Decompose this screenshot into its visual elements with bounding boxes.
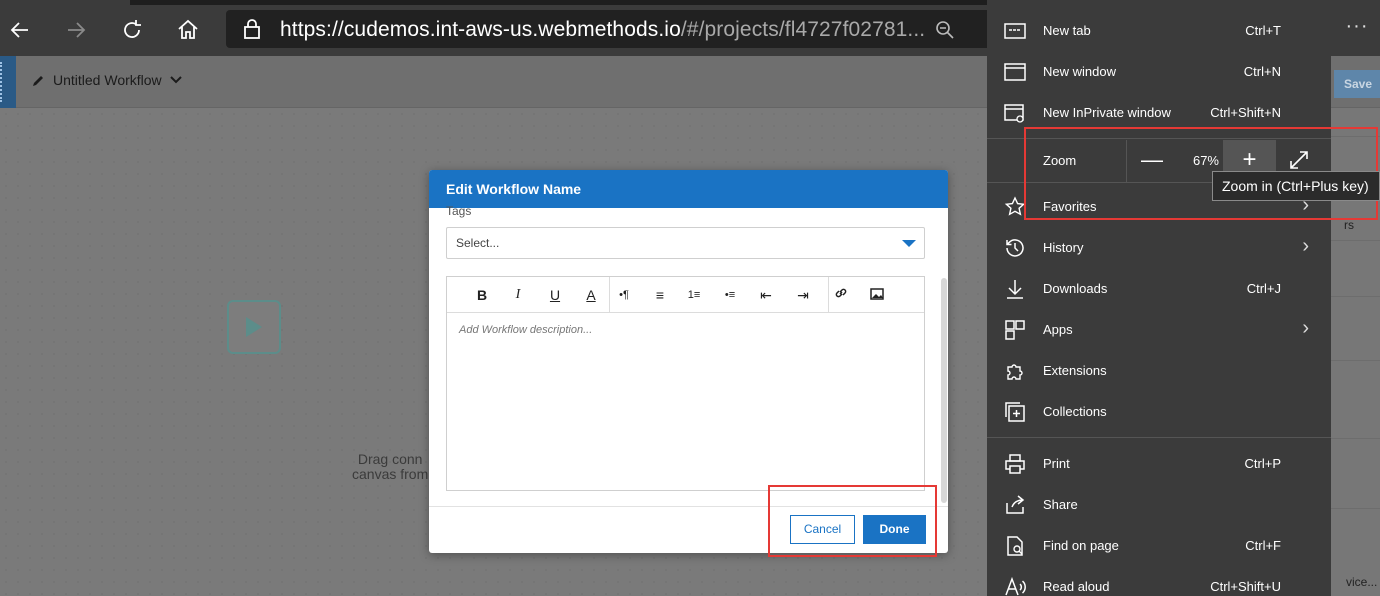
menu-shortcut: Ctrl+Shift+N (1210, 105, 1281, 120)
start-node[interactable] (227, 300, 281, 354)
refresh-icon (124, 20, 141, 38)
menu-item-collections[interactable]: Collections (987, 391, 1331, 432)
menu-label: Read aloud (1043, 579, 1110, 594)
find-page-icon (1007, 536, 1023, 556)
menu-shortcut: Ctrl+N (1243, 64, 1281, 79)
address-bar[interactable]: https://cudemos.int-aws-us.webmethods.io… (226, 10, 996, 48)
menu-label: New InPrivate window (1043, 105, 1171, 120)
canvas-hint-line2: canvas from (352, 466, 429, 482)
new-tab-icon (1004, 23, 1026, 39)
back-button[interactable] (2, 12, 38, 48)
menu-item-history[interactable]: History › (987, 227, 1331, 268)
link-button[interactable] (830, 285, 852, 305)
menu-label: Downloads (1043, 281, 1108, 296)
description-placeholder: Add Workflow description... (459, 324, 593, 336)
menu-shortcut: Ctrl+T (1245, 23, 1281, 38)
menu-item-new-tab[interactable]: New tab Ctrl+T (987, 10, 1331, 51)
puzzle-icon (1007, 364, 1023, 380)
save-button[interactable]: Save (1334, 70, 1380, 98)
caret-down-icon (902, 240, 916, 247)
inprivate-window-icon (1004, 104, 1024, 123)
menu-item-extensions[interactable]: Extensions (987, 350, 1331, 391)
home-icon (178, 19, 198, 39)
editor-toolbar: B I U A •¶ ≡ 1≡ •≡ ⇤ ⇥ (447, 277, 924, 313)
menu-item-find-on-page[interactable]: Find on page Ctrl+F (987, 525, 1331, 566)
menu-label: Extensions (1043, 363, 1107, 378)
history-icon (1006, 239, 1024, 257)
forward-arrow-icon (68, 22, 86, 38)
highlight-box-buttons (768, 485, 937, 557)
refresh-button[interactable] (114, 12, 150, 48)
dialog-scrollbar[interactable] (941, 278, 947, 503)
ordered-list-button[interactable]: 1≡ (683, 285, 705, 305)
tags-select[interactable]: Select... (446, 227, 925, 259)
collections-icon (1005, 402, 1025, 422)
italic-button[interactable]: I (507, 285, 529, 305)
tags-label: Tags (446, 204, 472, 218)
bold-button[interactable]: B (471, 285, 493, 305)
link-icon (835, 288, 847, 298)
canvas-hint-line1: Drag conn (357, 451, 423, 467)
url-text: https://cudemos.int-aws-us.webmethods.io… (280, 18, 925, 42)
menu-item-new-window[interactable]: New window Ctrl+N (987, 51, 1331, 92)
url-path: /#/projects/fl4727f02781... (680, 18, 926, 41)
chevron-right-icon: › (1302, 235, 1309, 257)
underline-button[interactable]: U (544, 285, 566, 305)
zoom-in-tooltip: Zoom in (Ctrl+Plus key) (1212, 171, 1380, 201)
read-aloud-icon (1005, 576, 1026, 596)
zoom-indicator-icon[interactable] (934, 19, 956, 41)
workflow-title[interactable]: Untitled Workflow (32, 72, 182, 88)
back-arrow-icon (10, 22, 28, 38)
apps-icon (1005, 320, 1025, 340)
canvas-hint: Drag conn canvas from (352, 452, 428, 482)
outdent-button[interactable]: ⇤ (755, 285, 777, 305)
menu-label: Find on page (1043, 538, 1119, 553)
forward-button[interactable] (58, 12, 94, 48)
dialog-title: Edit Workflow Name (429, 170, 948, 208)
menu-shortcut: Ctrl+P (1244, 456, 1281, 471)
indent-button[interactable]: ⇥ (792, 285, 814, 305)
menu-item-apps[interactable]: Apps › (987, 309, 1331, 350)
new-window-icon (1004, 63, 1026, 81)
description-editor[interactable]: B I U A •¶ ≡ 1≡ •≡ ⇤ ⇥ Add Workflow desc… (446, 276, 925, 491)
tab-strip-edge (130, 0, 990, 5)
menu-label: Print (1043, 456, 1070, 471)
align-button[interactable]: ≡ (649, 285, 671, 305)
bullet-list-button[interactable]: •≡ (719, 285, 741, 305)
side-panel-toggle[interactable] (0, 56, 16, 108)
home-button[interactable] (170, 12, 206, 48)
right-panel-text-1: rs (1344, 218, 1354, 232)
browser-settings-menu: New tab Ctrl+T New window Ctrl+N New InP… (987, 0, 1331, 596)
chevron-right-icon: › (1302, 317, 1309, 339)
menu-shortcut: Ctrl+F (1245, 538, 1281, 553)
lock-icon (244, 19, 260, 39)
right-panel-text-2: vice... (1346, 575, 1378, 589)
menu-shortcut: Ctrl+J (1246, 281, 1281, 296)
menu-label: Apps (1043, 322, 1073, 337)
menu-label: Collections (1043, 404, 1107, 419)
chevron-down-icon (169, 76, 182, 84)
tags-placeholder: Select... (456, 236, 500, 250)
menu-item-read-aloud[interactable]: Read aloud Ctrl+Shift+U (987, 566, 1331, 596)
image-button[interactable] (866, 285, 888, 305)
download-icon (1007, 280, 1023, 299)
printer-icon (1005, 454, 1025, 474)
menu-item-share[interactable]: Share (987, 484, 1331, 525)
image-icon (870, 288, 884, 300)
play-icon (246, 317, 262, 337)
menu-item-print[interactable]: Print Ctrl+P (987, 443, 1331, 484)
menu-label: New tab (1043, 23, 1091, 38)
workflow-title-label: Untitled Workflow (53, 72, 162, 88)
menu-label: New window (1043, 64, 1116, 79)
menu-item-downloads[interactable]: Downloads Ctrl+J (987, 268, 1331, 309)
menu-label: History (1043, 240, 1084, 255)
url-host: https://cudemos.int-aws-us.webmethods.io (280, 18, 681, 41)
share-icon (1006, 495, 1025, 514)
pencil-icon (33, 75, 43, 86)
paragraph-button[interactable]: •¶ (613, 285, 635, 305)
menu-label: Share (1043, 497, 1078, 512)
menu-shortcut: Ctrl+Shift+U (1210, 579, 1281, 594)
settings-more-button[interactable]: ··· (1340, 14, 1374, 44)
font-color-button[interactable]: A (580, 285, 602, 305)
